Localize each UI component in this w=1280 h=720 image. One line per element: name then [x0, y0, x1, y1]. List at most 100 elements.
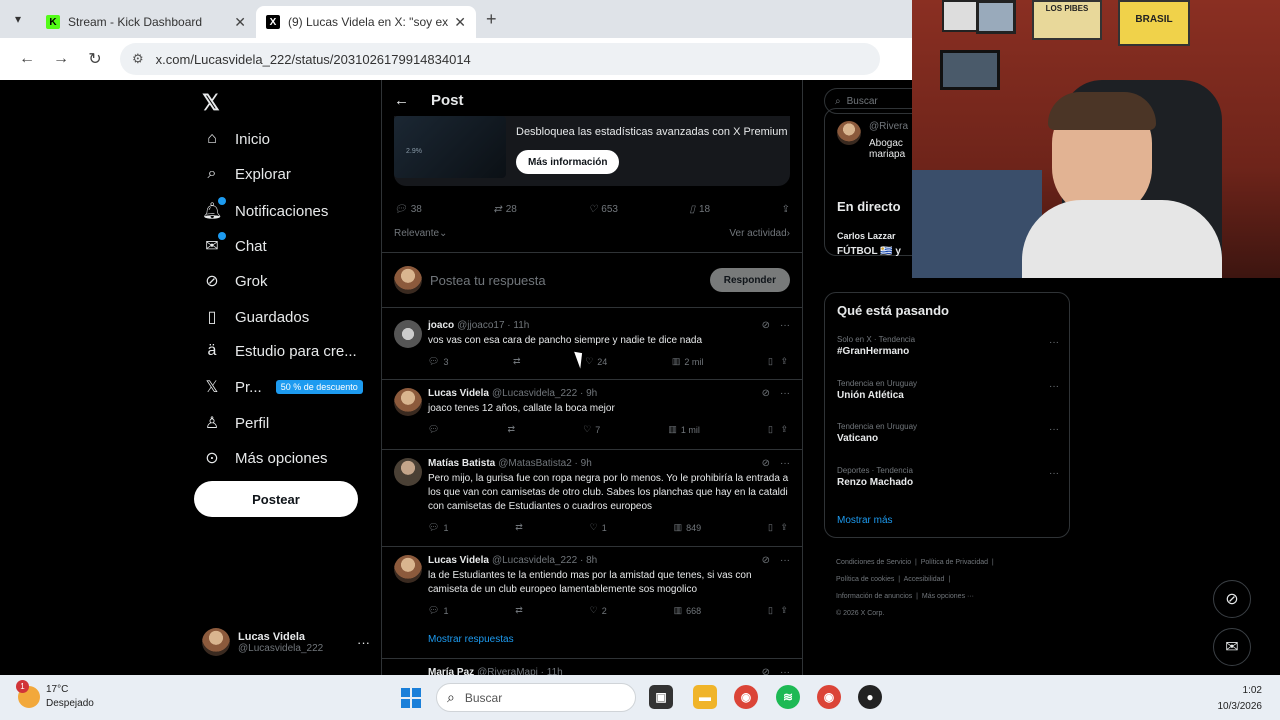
- nav-item-guardados[interactable]: ▯ Guardados: [202, 307, 310, 327]
- post-button[interactable]: Postear: [194, 481, 358, 517]
- nav-item-chat[interactable]: ✉ Chat: [202, 232, 267, 256]
- nav-item-premium[interactable]: 𝕏 Pr... 50 % de descuento: [202, 377, 363, 397]
- file-explorer-icon[interactable]: ▬: [693, 685, 717, 709]
- browser-tab-x[interactable]: X (9) Lucas Videla en X: "soy extre ✕: [256, 6, 476, 38]
- trend-item[interactable]: Tendencia en Uruguay Vaticano ···: [837, 422, 1059, 444]
- repost-icon[interactable]: ⇄: [515, 605, 523, 616]
- system-clock[interactable]: 1:02 10/3/2026: [1218, 683, 1263, 715]
- x-logo-icon[interactable]: 𝕏: [202, 90, 220, 116]
- messages-float-icon[interactable]: ✉: [1213, 628, 1251, 666]
- bookmark-share-icons[interactable]: ▯ ⇪: [768, 424, 788, 435]
- back-arrow-icon[interactable]: ←: [10, 50, 44, 68]
- close-tab-icon[interactable]: ✕: [234, 14, 246, 31]
- like-count[interactable]: ♡ 653: [588, 204, 618, 215]
- reply-button[interactable]: Responder: [709, 268, 790, 292]
- views-action[interactable]: ▥ 849: [674, 522, 702, 533]
- task-view-icon[interactable]: ▣: [649, 685, 673, 709]
- reply-action[interactable]: 💬︎ 1: [428, 522, 448, 533]
- like-action[interactable]: ♡ 1: [590, 522, 607, 533]
- grok-float-icon[interactable]: ⊘: [1213, 580, 1251, 618]
- trend-item[interactable]: Solo en X · Tendencia #GranHermano ···: [837, 335, 1059, 357]
- chrome-profile-icon[interactable]: ◉: [817, 685, 841, 709]
- trend-item[interactable]: Tendencia en Uruguay Unión Atlética ···: [837, 379, 1059, 401]
- account-switcher[interactable]: Lucas Videla @Lucasvidela_222 ···: [202, 628, 370, 656]
- more-dots-icon[interactable]: ···: [780, 667, 790, 675]
- repost-icon[interactable]: ⇄: [508, 424, 516, 435]
- bookmark-share-icons[interactable]: ▯ ⇪: [768, 356, 788, 367]
- repost-icon[interactable]: ⇄: [515, 522, 523, 533]
- reply-action[interactable]: 💬︎ 1: [428, 605, 448, 616]
- views-action[interactable]: ▥ 2 mil: [672, 356, 704, 367]
- repost-count[interactable]: ⇄ 28: [493, 204, 517, 215]
- show-more-link[interactable]: Mostrar más: [837, 515, 893, 526]
- views-action[interactable]: ▥ 668: [674, 605, 702, 616]
- like-action[interactable]: ♡ 24: [585, 356, 607, 367]
- footer-link[interactable]: Política de cookies: [836, 576, 894, 583]
- nav-item-notificaciones[interactable]: 🔔︎ Notificaciones: [202, 197, 328, 221]
- more-dots-icon[interactable]: ···: [780, 458, 790, 469]
- reply-tweet[interactable]: Lucas Videla @Lucasvidela_222 · 9h ⊘ ··· jo…: [382, 380, 802, 450]
- reply-action[interactable]: 💬︎ 3: [428, 356, 448, 367]
- taskbar-search[interactable]: ⌕ Buscar: [436, 683, 636, 712]
- footer-link[interactable]: Accesibilidad: [904, 576, 945, 583]
- site-settings-icon[interactable]: ⚙: [132, 51, 144, 67]
- sort-dropdown[interactable]: Relevante⌄: [394, 228, 447, 239]
- grok-icon[interactable]: ⊘: [762, 555, 770, 566]
- nav-item-grok[interactable]: ⊘ Grok: [202, 271, 267, 291]
- trend-item[interactable]: Deportes · Tendencia Renzo Machado ···: [837, 466, 1059, 488]
- more-dots-icon[interactable]: ···: [780, 388, 790, 399]
- more-dots-icon[interactable]: ···: [1049, 337, 1059, 348]
- footer-link[interactable]: Condiciones de Servicio: [836, 559, 911, 566]
- close-tab-icon[interactable]: ✕: [454, 14, 466, 31]
- reply-tweet[interactable]: joaco @jjoaco17 · 11h ⊘ ··· vos vas con esa…: [382, 312, 802, 380]
- bookmark-share-icons[interactable]: ▯ ⇪: [768, 605, 788, 616]
- reply-action[interactable]: 💬︎: [428, 424, 439, 435]
- nav-item-perfil[interactable]: ♙ Perfil: [202, 413, 269, 433]
- reply-count[interactable]: 💬︎ 38: [394, 204, 422, 215]
- nav-item-estudio[interactable]: ä Estudio para cre...: [202, 342, 357, 360]
- obs-icon[interactable]: ●: [858, 685, 882, 709]
- views-action[interactable]: ▥ 1 mil: [668, 424, 700, 435]
- grok-icon[interactable]: ⊘: [762, 388, 770, 399]
- bookmark-count[interactable]: ▯ 18: [689, 204, 710, 215]
- bookmark-share-icons[interactable]: ▯ ⇪: [768, 522, 788, 533]
- nav-item-mas-opciones[interactable]: ⊙ Más opciones: [202, 448, 327, 468]
- view-activity-link[interactable]: Ver actividad›: [729, 228, 790, 239]
- repost-icon[interactable]: ⇄: [513, 356, 521, 367]
- like-action[interactable]: ♡ 7: [583, 424, 600, 435]
- like-action[interactable]: ♡ 2: [590, 605, 607, 616]
- more-dots-icon[interactable]: ···: [780, 555, 790, 566]
- live-snippet[interactable]: @Rivera Abogac mariapa: [837, 121, 908, 160]
- live-item[interactable]: Carlos Lazzar FÚTBOL 🇺🇾 y: [837, 231, 901, 257]
- tab-search-dropdown-icon[interactable]: ▾: [0, 0, 36, 38]
- nav-item-explorar[interactable]: ⌕ Explorar: [202, 165, 291, 183]
- more-dots-icon[interactable]: ···: [357, 635, 370, 650]
- footer-link[interactable]: Información de anuncios: [836, 593, 912, 600]
- windows-start-icon[interactable]: [401, 688, 421, 708]
- nav-item-inicio[interactable]: ⌂ Inicio: [202, 130, 270, 148]
- chrome-icon[interactable]: ◉: [734, 685, 758, 709]
- forward-arrow-icon[interactable]: →: [44, 50, 78, 68]
- reply-tweet[interactable]: María Paz @RiveraMapi · 11h ⊘ ···: [382, 658, 802, 675]
- weather-widget[interactable]: 1 17°C Despejado: [16, 680, 94, 711]
- grok-icon[interactable]: ⊘: [762, 320, 770, 331]
- reply-tweet[interactable]: Matías Batista @MatasBatista2 · 9h ⊘ ··· Pe…: [382, 450, 802, 547]
- grok-icon[interactable]: ⊘: [762, 458, 770, 469]
- more-dots-icon[interactable]: ···: [780, 320, 790, 331]
- more-dots-icon[interactable]: ···: [1049, 468, 1059, 479]
- grok-icon[interactable]: ⊘: [762, 667, 770, 675]
- footer-link[interactable]: Más opciones ···: [922, 593, 974, 600]
- new-tab-icon[interactable]: +: [486, 9, 497, 30]
- show-replies-link[interactable]: Mostrar respuestas: [428, 634, 514, 645]
- reply-input[interactable]: Postea tu respuesta: [430, 273, 710, 288]
- url-field[interactable]: ⚙ x.com/Lucasvidela_222/status/203102617…: [120, 43, 880, 75]
- footer-link[interactable]: Política de Privacidad: [921, 559, 988, 566]
- more-dots-icon[interactable]: ···: [1049, 381, 1059, 392]
- more-info-button[interactable]: Más información: [516, 150, 620, 174]
- back-arrow-icon[interactable]: ←: [394, 92, 409, 109]
- browser-tab-kick[interactable]: K Stream - Kick Dashboard ✕: [36, 6, 256, 38]
- spotify-icon[interactable]: ≋: [776, 685, 800, 709]
- share-icon[interactable]: ⇪: [782, 204, 790, 215]
- more-dots-icon[interactable]: ···: [1049, 424, 1059, 435]
- reload-icon[interactable]: ↻: [78, 49, 112, 69]
